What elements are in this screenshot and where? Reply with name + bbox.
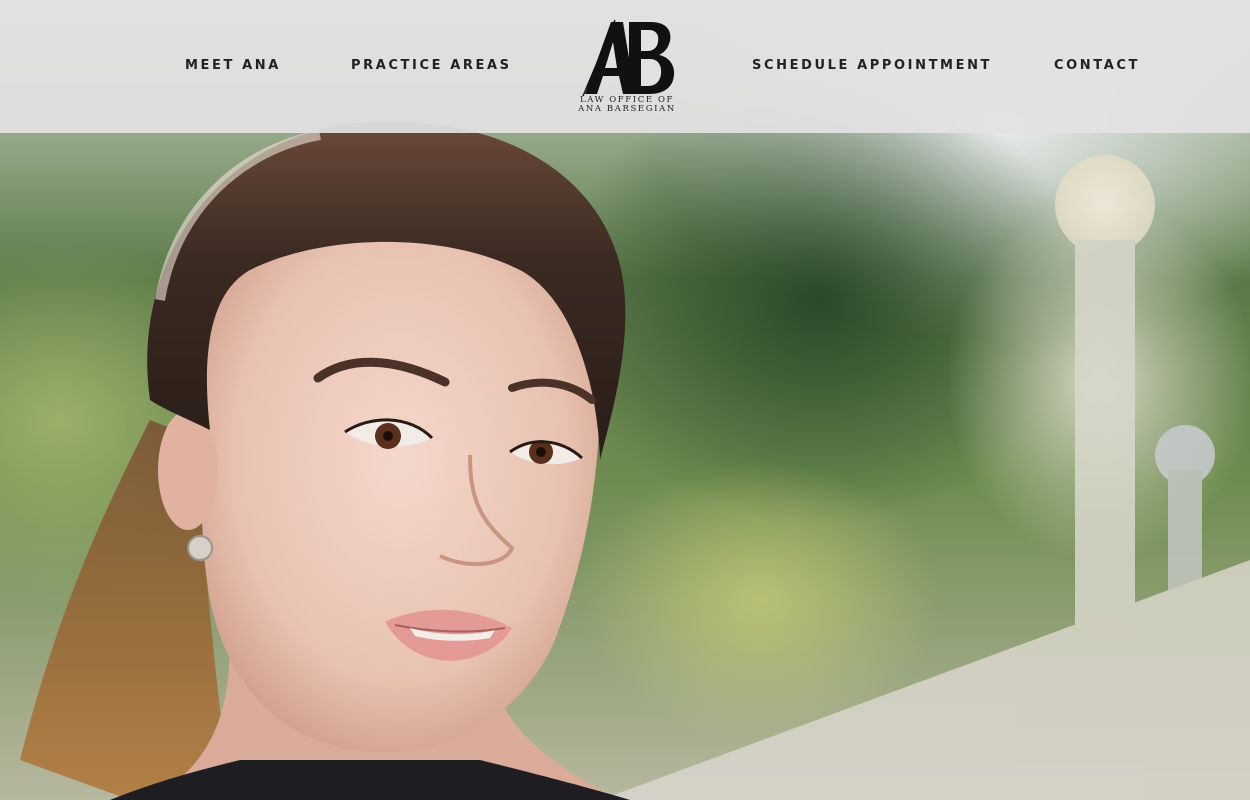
site-logo[interactable]: LAW OFFICE OF ANA BARSEGIAN xyxy=(570,16,684,126)
nav-schedule-appointment[interactable]: SCHEDULE APPOINTMENT xyxy=(752,58,992,73)
ab-monogram-icon xyxy=(582,19,675,96)
nav-contact[interactable]: CONTACT xyxy=(1054,58,1140,73)
site-header: MEET ANA PRACTICE AREAS LAW OFFICE OF AN… xyxy=(0,0,1250,133)
nav-meet-ana[interactable]: MEET ANA xyxy=(185,58,281,73)
logo-line-2: ANA BARSEGIAN xyxy=(578,104,676,114)
nav-practice-areas[interactable]: PRACTICE AREAS xyxy=(351,58,512,73)
